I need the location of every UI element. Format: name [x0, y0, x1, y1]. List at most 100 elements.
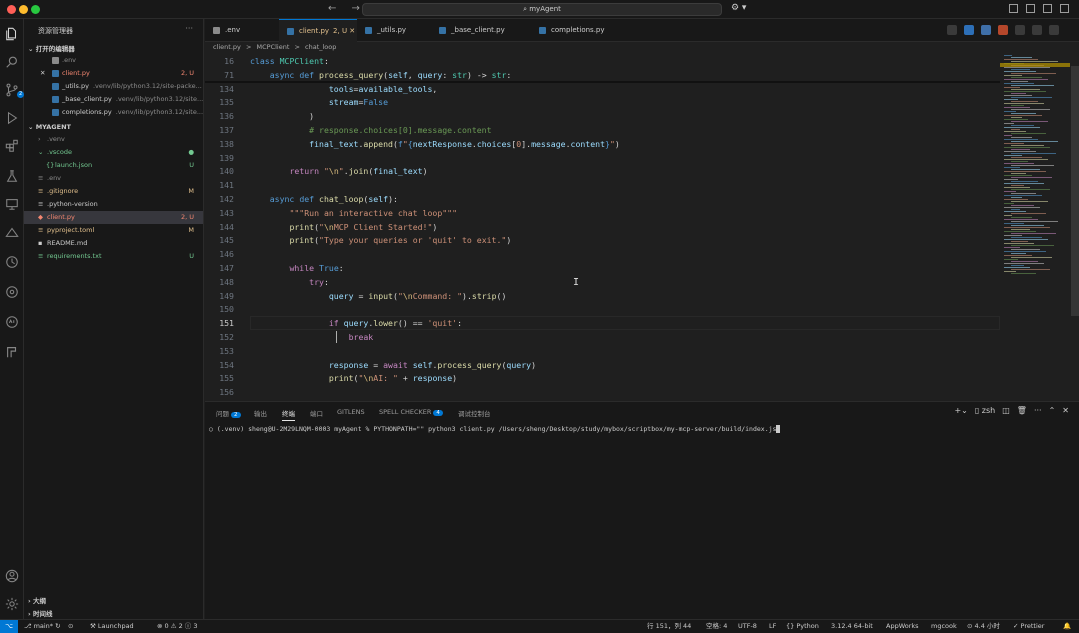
copilot-button[interactable]: ⚙ ▾: [731, 3, 746, 13]
code-line[interactable]: 141: [205, 178, 1000, 192]
language-mode[interactable]: {} Python: [786, 620, 819, 633]
code-line[interactable]: 140 return "\n".join(final_text): [205, 164, 1000, 178]
code-line[interactable]: 147 while True:: [205, 261, 1000, 275]
tree-file[interactable]: ≡ .gitignore M: [24, 185, 203, 198]
code-line[interactable]: 136 ): [205, 109, 1000, 123]
tree-file[interactable]: ▪ README.md: [24, 237, 203, 250]
tab-utils-py[interactable]: _utils.py: [357, 19, 431, 42]
code-editor[interactable]: 16 class MCPClient: 71 async def process_q…: [205, 53, 1000, 400]
tree-folder[interactable]: ⌄ .vscode ●: [24, 146, 203, 159]
open-editor-item[interactable]: _base_client.py .venv/lib/python3.12/site…: [24, 93, 203, 106]
tree-file[interactable]: {} launch.json U: [24, 159, 203, 172]
code-line[interactable]: 153: [205, 344, 1000, 358]
code-line[interactable]: 135 stream=False: [205, 95, 1000, 109]
run-debug-icon[interactable]: [5, 111, 19, 125]
navigation-arrows[interactable]: ← →: [328, 3, 366, 14]
toggle-secondary-sidebar-icon[interactable]: [1043, 4, 1052, 13]
open-editor-item[interactable]: ✕ client.py 2, U: [24, 67, 203, 80]
code-line[interactable]: 155 print("\nAI: " + response): [205, 371, 1000, 385]
code-line[interactable]: 137 # response.choices[0].message.conten…: [205, 123, 1000, 137]
project-header[interactable]: ⌄ MYAGENT: [28, 123, 71, 131]
code-line[interactable]: 138 final_text.append(f"{nextResponse.ch…: [205, 137, 1000, 151]
launchpad-button[interactable]: ⚒ Launchpad: [90, 620, 134, 633]
bookmark-panel-icon[interactable]: [5, 345, 19, 359]
appworks-button[interactable]: AppWorks: [886, 620, 919, 633]
editor-scroll-thumb[interactable]: [1071, 66, 1079, 316]
tab-base-client-py[interactable]: _base_client.py: [431, 19, 531, 42]
open-editor-item[interactable]: _utils.py .venv/lib/python3.12/site-packe…: [24, 80, 203, 93]
branch-indicator[interactable]: ⎇ main* ↻: [24, 620, 61, 633]
panel-tab[interactable]: 输出: [254, 408, 267, 418]
python-interpreter[interactable]: 3.12.4 64-bit: [831, 620, 873, 633]
split-editor-icon[interactable]: [1032, 25, 1042, 35]
settings-gear-icon[interactable]: [5, 597, 19, 611]
code-line[interactable]: 146: [205, 247, 1000, 261]
sync-icon[interactable]: ⊙: [68, 620, 73, 633]
code-line[interactable]: 154 response = await self.process_query(…: [205, 358, 1000, 372]
customize-layout-icon[interactable]: [1060, 4, 1069, 13]
code-line[interactable]: 150: [205, 302, 1000, 316]
code-line[interactable]: 151 if query.lower() == 'quit':: [205, 316, 1000, 330]
encoding[interactable]: UTF-8: [738, 620, 757, 633]
more-icon[interactable]: [1049, 25, 1059, 35]
toggle-primary-sidebar-icon[interactable]: [1009, 4, 1018, 13]
open-editor-item[interactable]: .env: [24, 54, 203, 67]
code-line[interactable]: 149 query = input("\nCommand: ").strip(): [205, 289, 1000, 303]
code-line[interactable]: 143 """Run an interactive chat loop""": [205, 206, 1000, 220]
code-line[interactable]: 148 try:: [205, 275, 1000, 289]
python-env-icon[interactable]: [964, 25, 974, 35]
tree-file[interactable]: ≡ .python-version: [24, 198, 203, 211]
cursor-position[interactable]: 行 151，列 44: [647, 620, 691, 633]
sticky-scroll-line[interactable]: 16 class MCPClient:: [205, 54, 1000, 68]
tree-file[interactable]: ≡ pyproject.toml M: [24, 224, 203, 237]
user-indicator[interactable]: mgcook: [931, 620, 957, 633]
leetcode-icon[interactable]: [998, 25, 1008, 35]
maximize-panel-icon[interactable]: ⌃: [1049, 406, 1056, 415]
source-control-icon[interactable]: 2: [5, 83, 25, 98]
breadcrumb-file[interactable]: client.py: [213, 43, 241, 51]
tab-completions-py[interactable]: completions.py: [531, 19, 631, 42]
remote-explorer-icon[interactable]: [5, 197, 19, 211]
outline-header[interactable]: › 大纲: [28, 595, 46, 605]
panel-tab[interactable]: SPELL CHECKER 4: [379, 408, 443, 416]
prettier-indicator[interactable]: ✓ Prettier: [1013, 620, 1044, 633]
compare-icon[interactable]: [1015, 25, 1025, 35]
api-icon[interactable]: [5, 315, 19, 329]
panel-tab[interactable]: 问题 2: [216, 408, 241, 418]
tab-client-py[interactable]: client.py 2, U ✕: [279, 19, 357, 42]
kill-terminal-icon[interactable]: 🗑: [1017, 406, 1027, 415]
search-icon[interactable]: [5, 55, 19, 69]
maximize-window-button[interactable]: [31, 5, 40, 14]
terminal-output[interactable]: ○ (.venv) sheng@U-2M29LNQM-0003 myAgent …: [209, 425, 781, 433]
problems-indicator[interactable]: ⊗ 0 ⚠ 2 ⓘ 3: [157, 620, 198, 633]
minimap[interactable]: [1000, 53, 1070, 400]
remote-icon[interactable]: [981, 25, 991, 35]
new-terminal-icon[interactable]: +⌄: [954, 406, 967, 415]
code-line[interactable]: 152 break: [205, 330, 1000, 344]
command-center-search[interactable]: ⌕ myAgent: [362, 3, 722, 16]
tree-file[interactable]: ≡ requirements.txt U: [24, 250, 203, 263]
close-editor-icon[interactable]: ✕: [40, 67, 45, 80]
code-line[interactable]: 144 print("\nMCP Client Started!"): [205, 220, 1000, 234]
docker-icon[interactable]: [5, 225, 19, 239]
sticky-scroll-line[interactable]: 71 async def process_query(self, query: …: [205, 67, 1000, 82]
explorer-icon[interactable]: [5, 27, 19, 41]
breadcrumb-method[interactable]: chat_loop: [305, 43, 336, 51]
notifications-bell-icon[interactable]: 🔔: [1063, 620, 1071, 633]
panel-tab[interactable]: 终端: [282, 408, 295, 421]
close-panel-icon[interactable]: ✕: [1062, 406, 1069, 415]
eol[interactable]: LF: [769, 620, 776, 633]
tree-folder[interactable]: › .venv: [24, 133, 203, 146]
panel-tab[interactable]: 端口: [310, 408, 323, 418]
code-line[interactable]: 134 tools=available_tools,: [205, 82, 1000, 96]
open-editors-header[interactable]: ⌄ 打开的编辑器: [28, 43, 75, 53]
panel-more-icon[interactable]: ···: [1034, 406, 1042, 415]
more-actions-icon[interactable]: ···: [185, 24, 193, 33]
tree-file[interactable]: ≡ .env: [24, 172, 203, 185]
timeline-header[interactable]: › 时间线: [28, 608, 52, 618]
tree-file[interactable]: ◆ client.py 2, U: [24, 211, 203, 224]
minimize-window-button[interactable]: [19, 5, 28, 14]
close-window-button[interactable]: [7, 5, 16, 14]
panel-tab[interactable]: GITLENS: [337, 408, 365, 416]
run-python-icon[interactable]: [947, 25, 957, 35]
